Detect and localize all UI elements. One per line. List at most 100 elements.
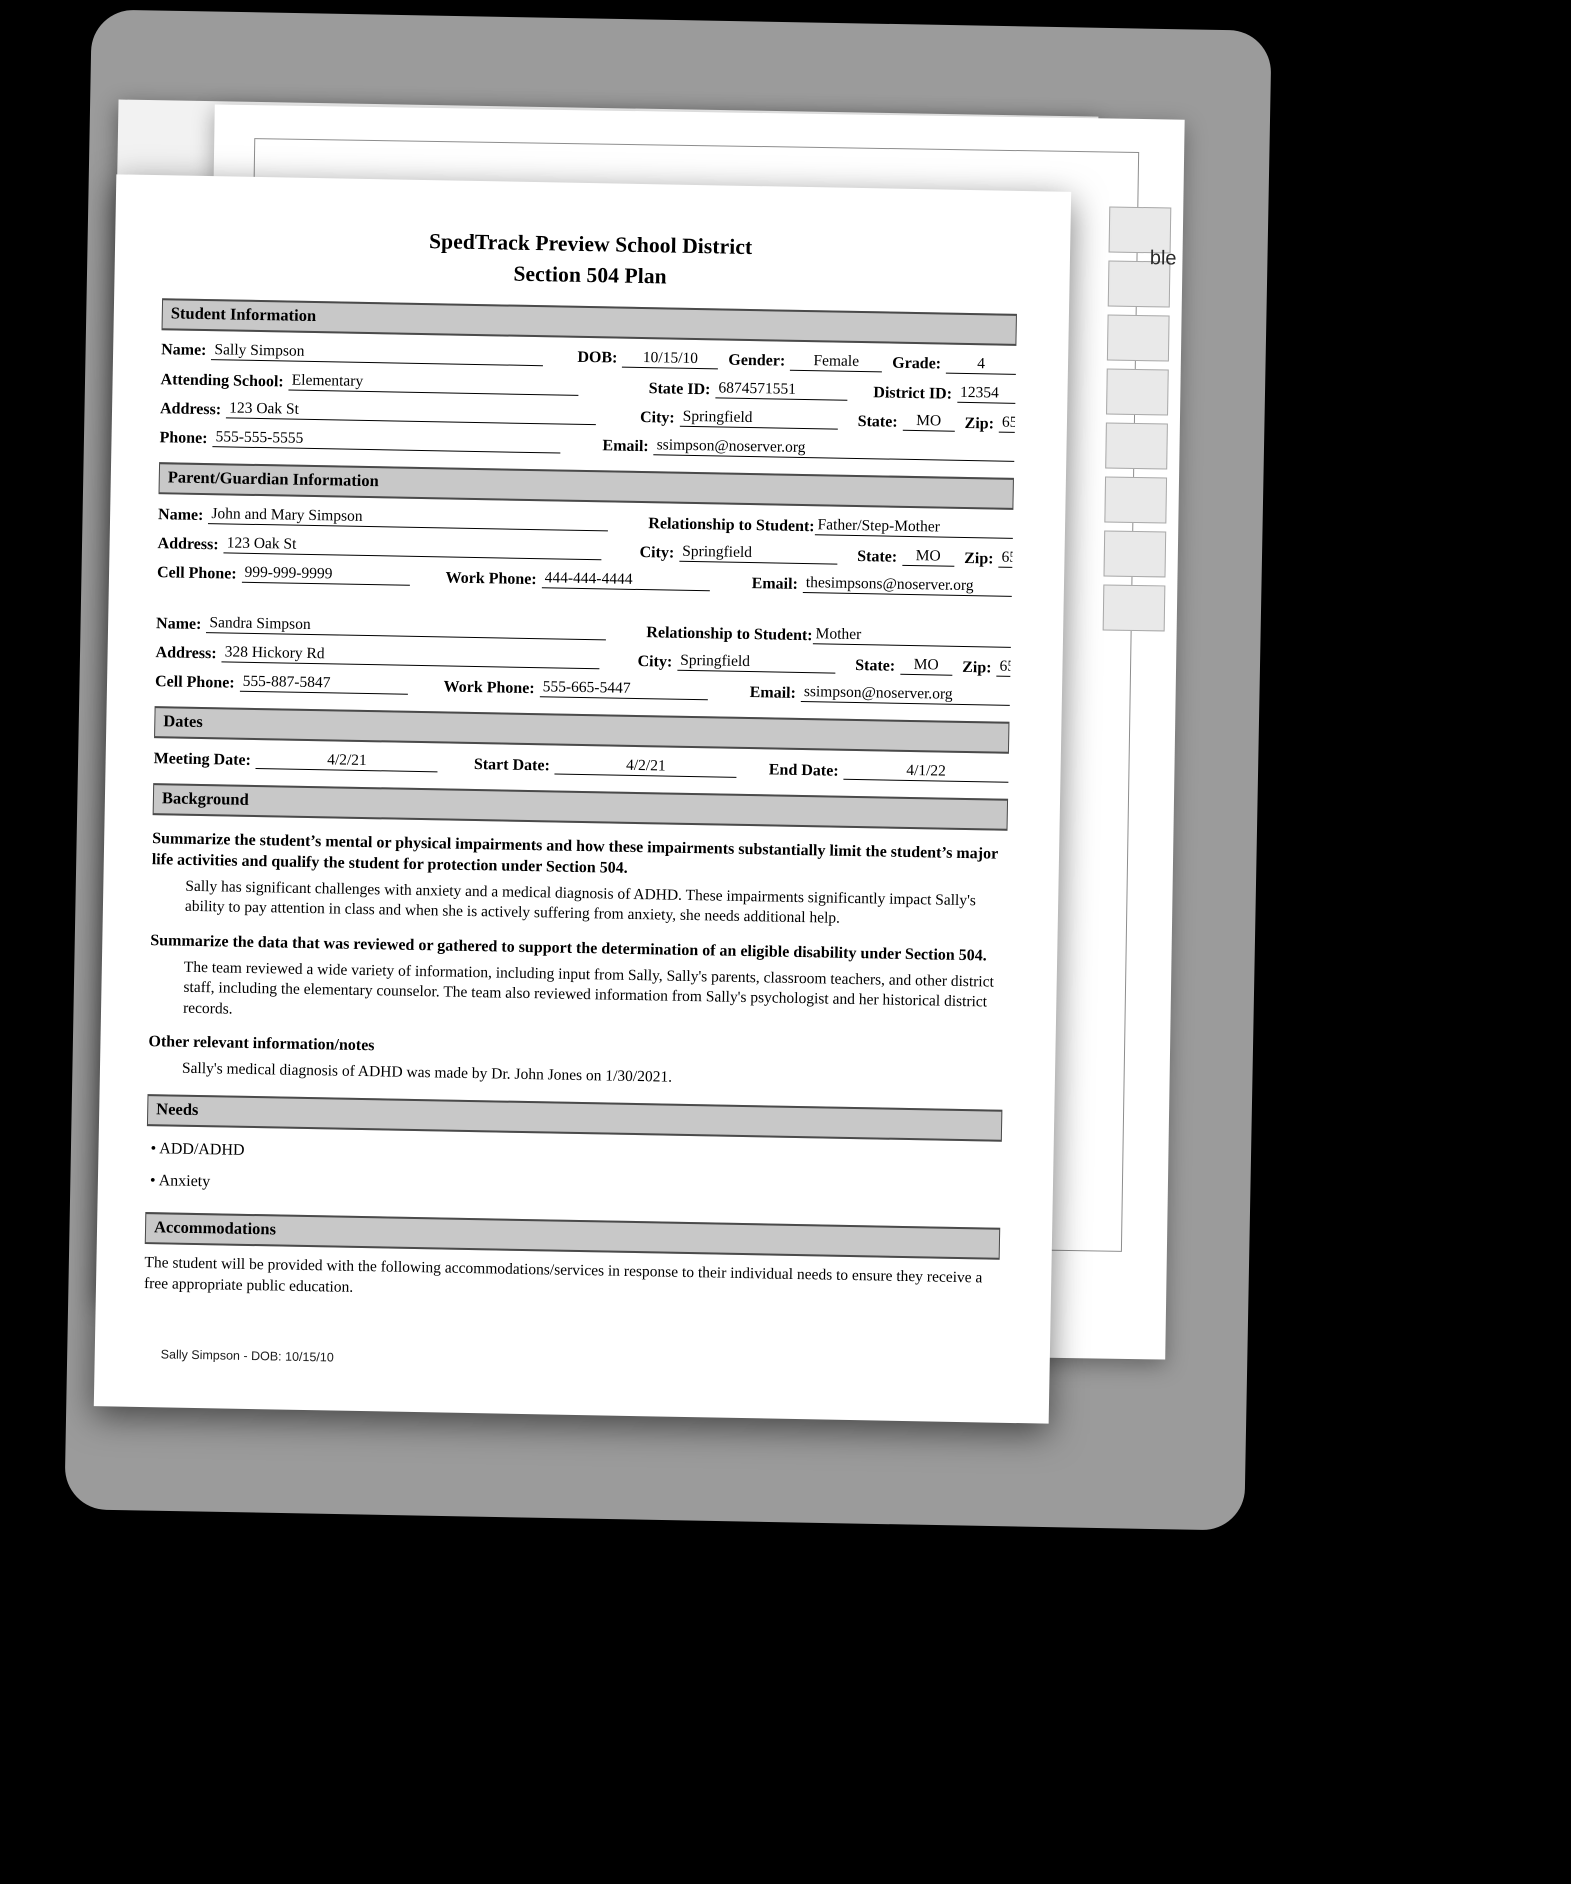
needs-item: • ADD/ADHD	[150, 1140, 245, 1160]
student-phone-value[interactable]: 555-555-5555	[212, 428, 561, 454]
student-email-label: Email:	[602, 436, 649, 455]
guardian1-name-label: Name:	[157, 505, 204, 524]
guardian1-work-label: Work Phone:	[445, 569, 537, 588]
guardian2-name-value[interactable]: Sandra Simpson	[206, 614, 607, 641]
end-date-label: End Date:	[768, 761, 839, 780]
accommodations-intro-text: The student will be provided with the fo…	[143, 1254, 983, 1296]
guardian2-relationship-value[interactable]: Mother	[812, 625, 1012, 649]
student-email-value[interactable]: ssimpson@noserver.org	[653, 436, 1015, 463]
guardian1-address-label: Address:	[157, 534, 219, 553]
guardian1-cell-label: Cell Phone:	[156, 563, 237, 583]
side-panel-box	[1102, 584, 1166, 632]
guardian2-phones-row: Cell Phone: 555-887-5847 Work Phone: 555…	[154, 672, 1011, 707]
section-header-accommodations: Accommodations	[144, 1212, 1001, 1260]
student-city-label: City:	[639, 408, 675, 427]
background-sheet-partial-label: ble	[1149, 247, 1177, 270]
plan-name: Section 504 Plan	[513, 261, 667, 288]
student-grade-value[interactable]: 4	[945, 354, 1017, 375]
guardian1-relationship-value[interactable]: Father/Step-Mother	[814, 516, 1014, 540]
guardian2-work-label: Work Phone:	[443, 678, 535, 697]
district-id-value[interactable]: 12354	[956, 383, 1016, 404]
attending-school-value[interactable]: Elementary	[288, 371, 579, 396]
side-panel-box	[1106, 314, 1170, 362]
student-dob-label: DOB:	[577, 349, 618, 368]
guardian2-name-label: Name:	[155, 614, 202, 633]
side-panel-box	[1106, 368, 1169, 416]
student-name-row: Name: Sally Simpson DOB: 10/15/10 Gender…	[160, 340, 1017, 375]
state-id-label: State ID:	[648, 379, 711, 398]
section-504-plan-document: SpedTrack Preview School District Sectio…	[93, 174, 1072, 1424]
guardian1-email-value[interactable]: thesimpsons@noserver.org	[802, 574, 1013, 598]
guardian2-cell-value[interactable]: 555-887-5847	[239, 673, 408, 696]
side-panel-box	[1105, 422, 1168, 470]
student-zip-value[interactable]: 65802	[998, 413, 1016, 434]
state-id-value[interactable]: 6874571551	[715, 379, 848, 401]
start-date-label: Start Date:	[473, 755, 551, 775]
student-state-value[interactable]: MO	[902, 411, 955, 432]
guardian2-name-row: Name: Sandra Simpson Relationship to Stu…	[155, 613, 1012, 649]
guardian1-city-value[interactable]: Springfield	[679, 542, 838, 565]
end-date-value[interactable]: 4/1/22	[843, 761, 1009, 784]
needs-item: • Anxiety	[149, 1172, 211, 1191]
guardian2-cell-label: Cell Phone:	[154, 672, 235, 692]
guardian1-zip-value[interactable]: 65802	[998, 548, 1013, 569]
guardian2-zip-value[interactable]: 65804	[996, 657, 1011, 678]
student-school-row: Attending School: Elementary State ID: 6…	[160, 369, 1016, 404]
guardian2-address-value[interactable]: 328 Hickory Rd	[221, 643, 600, 670]
guardian2-city-label: City:	[637, 652, 673, 671]
guardian2-relationship-label: Relationship to Student:	[646, 623, 813, 644]
student-gender-value[interactable]: Female	[790, 351, 883, 373]
guardian1-cell-value[interactable]: 999-999-9999	[241, 563, 410, 587]
guardian1-work-value[interactable]: 444-444-4444	[541, 569, 710, 592]
dates-row: Meeting Date: 4/2/21 Start Date: 4/2/21 …	[154, 749, 1009, 784]
guardian1-name-row: Name: John and Mary Simpson Relationship…	[157, 504, 1014, 540]
attending-school-label: Attending School:	[160, 370, 284, 390]
guardian1-address-row: Address: 123 Oak St City: Springfield St…	[157, 533, 1013, 569]
guardian2-city-value[interactable]: Springfield	[677, 652, 836, 674]
guardian1-state-label: State:	[857, 547, 898, 566]
side-panel-box	[1103, 530, 1167, 578]
student-state-label: State:	[857, 412, 898, 431]
background-sheet-side-panel	[1101, 206, 1172, 768]
guardian1-name-value[interactable]: John and Mary Simpson	[208, 505, 609, 532]
guardian1-address-value[interactable]: 123 Oak St	[223, 534, 602, 561]
student-address-row: Address: 123 Oak St City: Springfield St…	[159, 398, 1016, 434]
guardian1-phones-row: Cell Phone: 999-999-9999 Work Phone: 444…	[156, 562, 1013, 598]
student-zip-label: Zip:	[964, 414, 995, 433]
guardian2-state-value[interactable]: MO	[900, 656, 953, 677]
guardian1-relationship-label: Relationship to Student:	[648, 514, 815, 535]
guardian1-city-label: City:	[639, 543, 675, 562]
section-header-parent-guardian: Parent/Guardian Information	[158, 462, 1014, 511]
guardian2-state-label: State:	[855, 656, 896, 675]
student-gender-label: Gender:	[728, 352, 786, 371]
guardian2-address-row: Address: 328 Hickory Rd City: Springfiel…	[155, 642, 1011, 678]
student-grade-label: Grade:	[892, 355, 942, 373]
start-date-value[interactable]: 4/2/21	[554, 755, 738, 779]
guardian2-email-label: Email:	[749, 683, 797, 702]
screenshot-canvas: ble SpedTrack Preview School District Se…	[0, 0, 1571, 1884]
guardian1-zip-label: Zip:	[964, 549, 994, 568]
section-header-background: Background	[152, 783, 1009, 832]
district-id-label: District ID:	[873, 383, 953, 403]
section-header-needs: Needs	[146, 1094, 1003, 1143]
side-panel-box	[1104, 476, 1168, 524]
guardian2-work-value[interactable]: 555-665-5447	[539, 678, 708, 701]
guardian2-email-value[interactable]: ssimpson@noserver.org	[800, 683, 1011, 707]
meeting-date-value[interactable]: 4/2/21	[255, 750, 439, 773]
student-dob-value[interactable]: 10/15/10	[622, 348, 719, 370]
student-address-value[interactable]: 123 Oak St	[225, 399, 597, 426]
student-name-label: Name:	[160, 341, 207, 360]
section-header-dates: Dates	[154, 706, 1010, 755]
background-answer-1[interactable]: Sally has significant challenges with an…	[185, 877, 1007, 933]
page-title: SpedTrack Preview School District Sectio…	[162, 221, 1018, 298]
student-city-value[interactable]: Springfield	[679, 407, 838, 430]
background-answer-2[interactable]: The team reviewed a wide variety of info…	[183, 957, 1005, 1033]
guardian2-address-label: Address:	[155, 643, 217, 663]
student-address-label: Address:	[159, 399, 222, 418]
student-phone-row: Phone: 555-555-5555 Email: ssimpson@nose…	[159, 427, 1015, 463]
guardian2-zip-label: Zip:	[962, 658, 992, 677]
student-name-value[interactable]: Sally Simpson	[211, 341, 544, 367]
district-name: SpedTrack Preview School District	[428, 229, 753, 260]
section-header-student-information: Student Information	[161, 298, 1017, 346]
guardian1-state-value[interactable]: MO	[902, 547, 955, 568]
